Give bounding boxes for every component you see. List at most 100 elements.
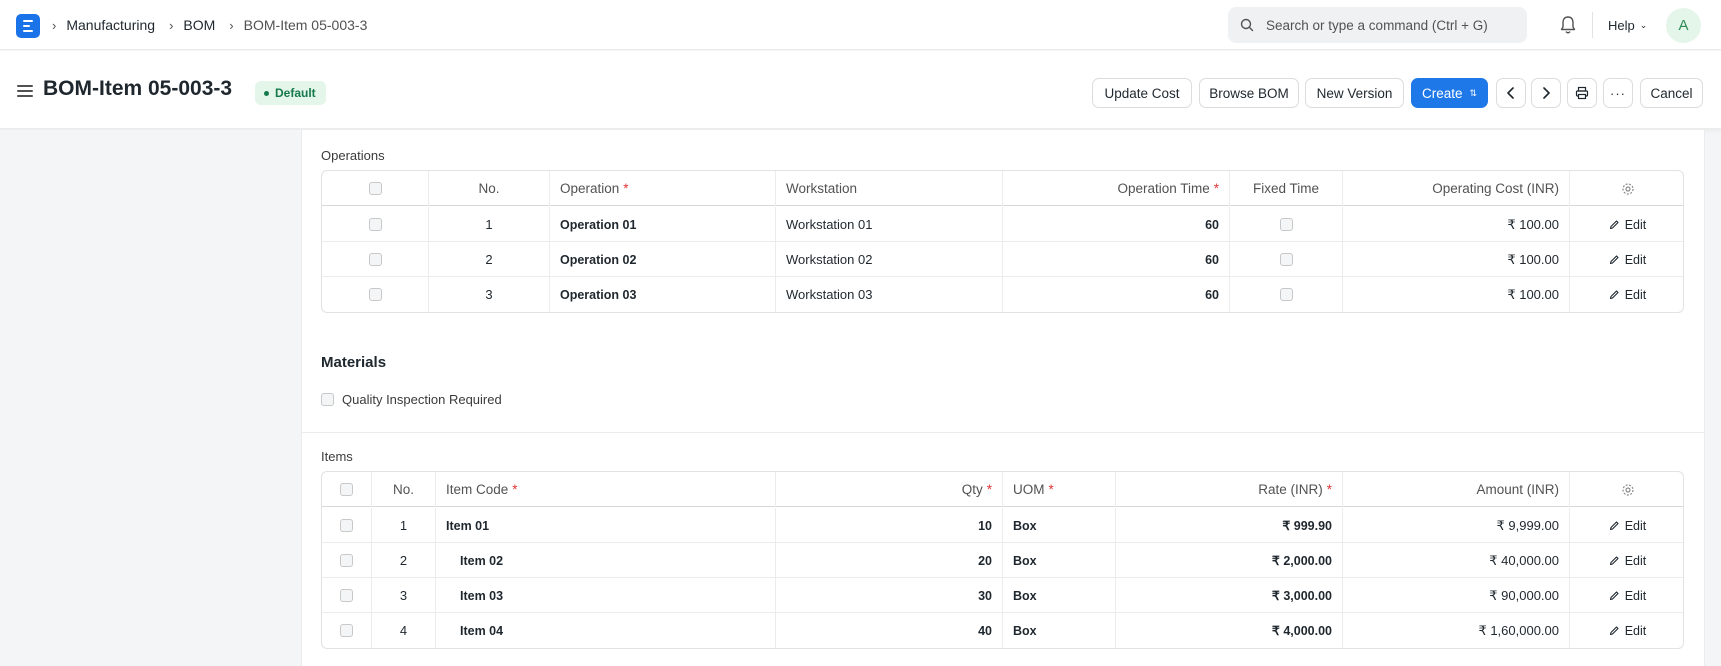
operation-cell[interactable]: Operation 02 [550,242,776,277]
help-dropdown[interactable]: Help ⌄ [1608,0,1647,50]
new-version-button[interactable]: New Version [1305,78,1404,108]
amount-cell[interactable]: ₹ 9,999.00 [1343,508,1570,543]
select-all-checkbox[interactable] [368,182,382,195]
table-row[interactable]: 4 Item 04 40 Box ₹ 4,000.00 ₹ 1,60,000.0… [322,613,1683,648]
edit-link[interactable]: Edit [1609,288,1646,302]
amount-cell[interactable]: ₹ 40,000.00 [1343,543,1570,578]
print-button[interactable] [1567,78,1597,108]
item-code-cell[interactable]: Item 01 [436,508,776,543]
workstation-cell[interactable]: Workstation 01 [776,207,1003,242]
fixed-time-cell[interactable] [1230,207,1343,242]
row-checkbox-cell[interactable] [322,508,372,543]
next-record-button[interactable] [1531,78,1561,108]
edit-row-button[interactable]: Edit [1570,508,1683,543]
browse-bom-button[interactable]: Browse BOM [1199,78,1299,108]
item-code-cell[interactable]: Item 04 [436,613,776,648]
more-actions-button[interactable]: ··· [1603,78,1633,108]
uom-cell[interactable]: Box [1003,578,1116,613]
fixed-time-checkbox[interactable] [1279,218,1293,231]
cancel-button[interactable]: Cancel [1640,78,1703,108]
edit-row-button[interactable]: Edit [1570,543,1683,578]
select-all-checkbox-cell[interactable] [322,171,429,206]
qty-cell[interactable]: 20 [776,543,1003,578]
table-row[interactable]: 1 Operation 01 Workstation 01 60 ₹ 100.0… [322,207,1683,242]
column-settings-button[interactable] [1570,171,1683,206]
fixed-time-cell[interactable] [1230,277,1343,312]
create-button[interactable]: Create ⇅ [1411,78,1488,108]
edit-link[interactable]: Edit [1609,554,1646,568]
amount-cell[interactable]: ₹ 1,60,000.00 [1343,613,1570,648]
row-checkbox-cell[interactable] [322,242,429,277]
edit-row-button[interactable]: Edit [1570,277,1683,312]
item-code-cell[interactable]: Item 02 [436,543,776,578]
amount-cell[interactable]: ₹ 90,000.00 [1343,578,1570,613]
row-checkbox-cell[interactable] [322,578,372,613]
edit-link[interactable]: Edit [1609,218,1646,232]
item-code-cell[interactable]: Item 03 [436,578,776,613]
table-row[interactable]: 3 Operation 03 Workstation 03 60 ₹ 100.0… [322,277,1683,312]
table-row[interactable]: 1 Item 01 10 Box ₹ 999.90 ₹ 9,999.00 Edi… [322,508,1683,543]
row-checkbox-cell[interactable] [322,613,372,648]
qty-cell[interactable]: 10 [776,508,1003,543]
edit-row-button[interactable]: Edit [1570,578,1683,613]
row-checkbox[interactable] [340,519,353,532]
row-checkbox[interactable] [340,589,353,602]
row-checkbox[interactable] [368,288,382,301]
row-checkbox[interactable] [368,253,382,266]
workstation-cell[interactable]: Workstation 03 [776,277,1003,312]
app-logo-icon[interactable] [16,14,40,38]
row-checkbox-cell[interactable] [322,543,372,578]
operation-cell[interactable]: Operation 01 [550,207,776,242]
rate-cell[interactable]: ₹ 2,000.00 [1116,543,1343,578]
quality-inspection-checkbox[interactable] [321,393,334,406]
breadcrumb-manufacturing[interactable]: Manufacturing [66,17,155,33]
rate-cell[interactable]: ₹ 3,000.00 [1116,578,1343,613]
previous-record-button[interactable] [1496,78,1526,108]
table-row[interactable]: 2 Operation 02 Workstation 02 60 ₹ 100.0… [322,242,1683,277]
workstation-cell[interactable]: Workstation 02 [776,242,1003,277]
rate-cell[interactable]: ₹ 4,000.00 [1116,613,1343,648]
row-checkbox[interactable] [340,624,353,637]
table-header-row: No. Item Code * Qty * UOM * Rate (INR) * Amo… [322,472,1683,507]
edit-link[interactable]: Edit [1609,519,1646,533]
select-all-checkbox-cell[interactable] [322,472,372,507]
operation-time-cell[interactable]: 60 [1003,277,1230,312]
avatar[interactable]: A [1666,8,1701,43]
select-all-checkbox[interactable] [340,483,353,496]
edit-row-button[interactable]: Edit [1570,242,1683,277]
uom-cell[interactable]: Box [1003,508,1116,543]
qty-cell[interactable]: 40 [776,613,1003,648]
edit-link[interactable]: Edit [1609,589,1646,603]
fixed-time-checkbox[interactable] [1279,288,1293,301]
operating-cost-cell[interactable]: ₹ 100.00 [1343,207,1570,242]
breadcrumb-bom[interactable]: BOM [183,17,215,33]
search-input[interactable]: Search or type a command (Ctrl + G) [1228,7,1527,43]
table-row[interactable]: 2 Item 02 20 Box ₹ 2,000.00 ₹ 40,000.00 … [322,543,1683,578]
breadcrumb-current[interactable]: BOM-Item 05-003-3 [244,17,368,33]
table-row[interactable]: 3 Item 03 30 Box ₹ 3,000.00 ₹ 90,000.00 … [322,578,1683,613]
notification-bell-icon[interactable] [1558,14,1578,36]
row-checkbox-cell[interactable] [322,207,429,242]
uom-cell[interactable]: Box [1003,543,1116,578]
operation-time-cell[interactable]: 60 [1003,207,1230,242]
fixed-time-checkbox[interactable] [1279,253,1293,266]
operating-cost-cell[interactable]: ₹ 100.00 [1343,277,1570,312]
quality-inspection-field[interactable]: Quality Inspection Required [321,392,502,407]
rate-cell[interactable]: ₹ 999.90 [1116,508,1343,543]
operation-cell[interactable]: Operation 03 [550,277,776,312]
operating-cost-cell[interactable]: ₹ 100.00 [1343,242,1570,277]
edit-link[interactable]: Edit [1609,253,1646,267]
operation-time-cell[interactable]: 60 [1003,242,1230,277]
row-checkbox[interactable] [340,554,353,567]
fixed-time-cell[interactable] [1230,242,1343,277]
edit-row-button[interactable]: Edit [1570,207,1683,242]
row-checkbox-cell[interactable] [322,277,429,312]
row-checkbox[interactable] [368,218,382,231]
column-settings-button[interactable] [1570,472,1683,507]
edit-link[interactable]: Edit [1609,624,1646,638]
edit-row-button[interactable]: Edit [1570,613,1683,648]
sidebar-toggle-icon[interactable] [17,85,33,97]
uom-cell[interactable]: Box [1003,613,1116,648]
qty-cell[interactable]: 30 [776,578,1003,613]
update-cost-button[interactable]: Update Cost [1092,78,1192,108]
